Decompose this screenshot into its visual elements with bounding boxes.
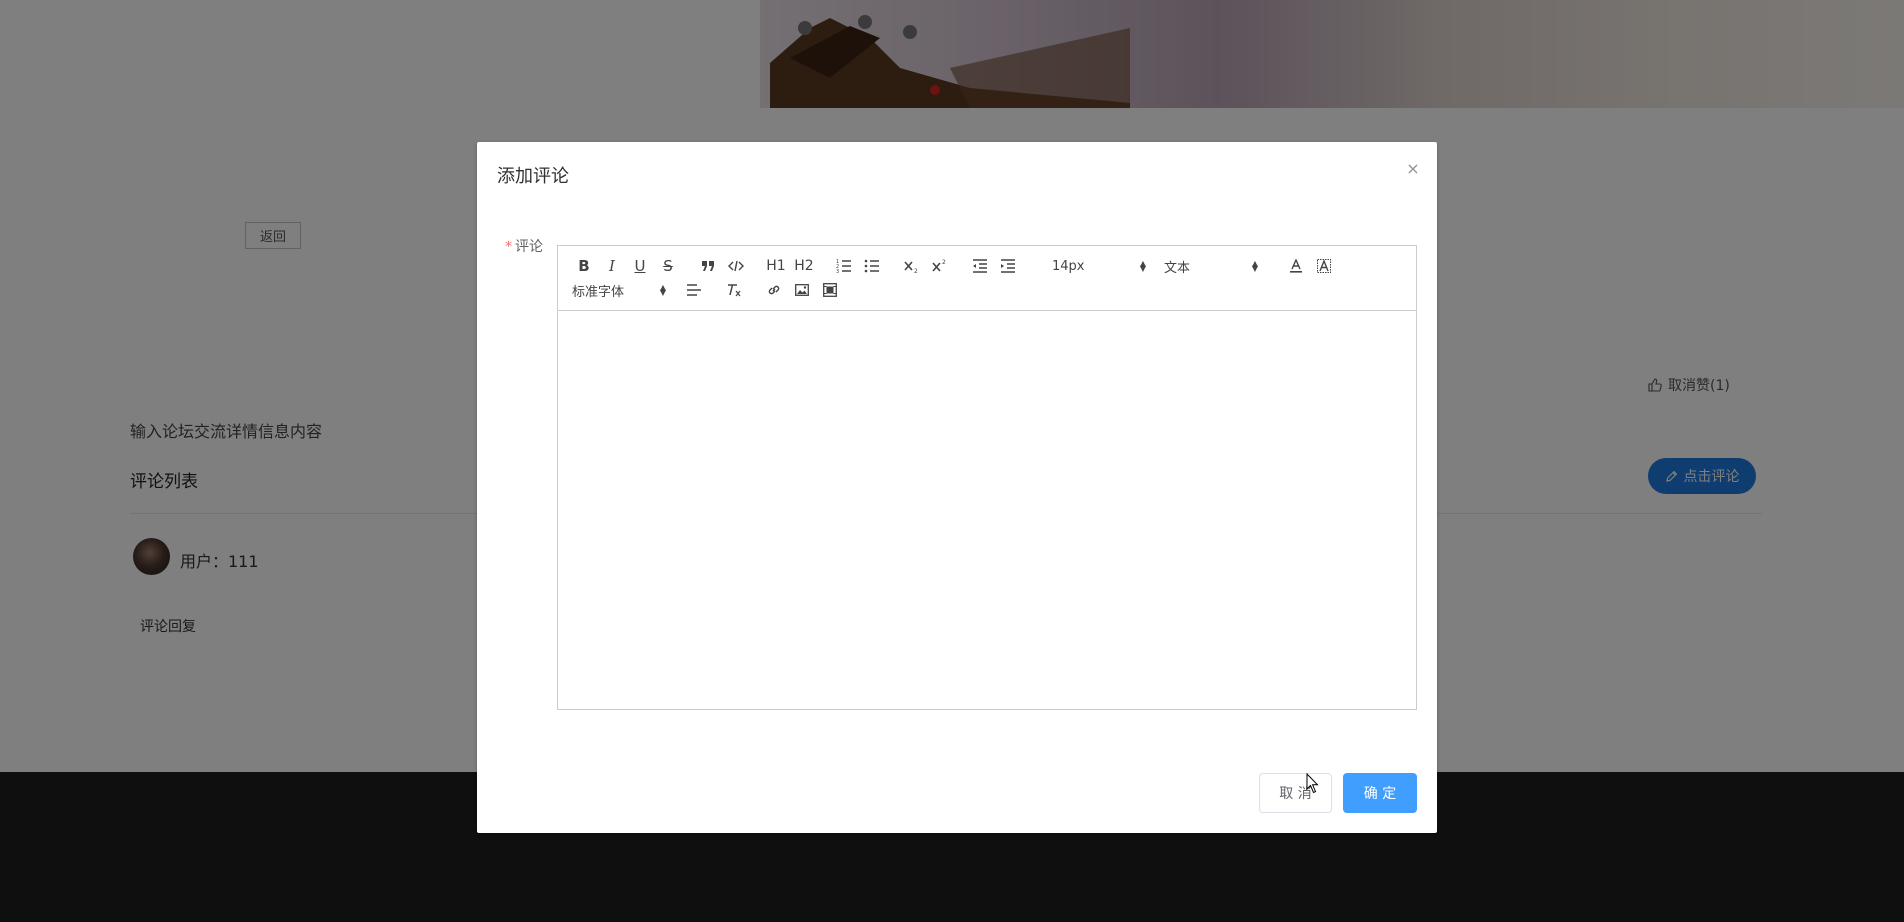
header1-button[interactable]: H1 bbox=[762, 254, 790, 278]
link-icon bbox=[768, 285, 780, 295]
font-color-icon bbox=[1290, 259, 1302, 273]
superscript-button[interactable]: 2 bbox=[926, 254, 954, 278]
background-color-button[interactable] bbox=[1310, 254, 1338, 278]
svg-text:2: 2 bbox=[942, 259, 946, 266]
subscript-button[interactable]: 2 bbox=[898, 254, 926, 278]
font-family-value: 标准字体 bbox=[572, 284, 625, 300]
select-arrows-icon: ▲ ▼ bbox=[1139, 259, 1146, 273]
h1-icon: H1 bbox=[766, 258, 786, 274]
clear-format-icon bbox=[728, 284, 741, 297]
toolbar-row-1: B I U S H1 H2 123 2 2 14px ▲ ▼ 文本 ▲ ▼ bbox=[570, 254, 1404, 278]
code-icon bbox=[728, 260, 744, 272]
font-family-select[interactable]: 标准字体 ▲ ▼ bbox=[570, 278, 668, 302]
image-button[interactable] bbox=[788, 278, 816, 302]
header-select-value: 文本 bbox=[1164, 260, 1191, 276]
svg-text:2: 2 bbox=[914, 268, 918, 273]
close-icon[interactable]: × bbox=[1405, 159, 1421, 178]
ordered-list-button[interactable]: 123 bbox=[830, 254, 858, 278]
font-size-select[interactable]: 14px ▲ ▼ bbox=[1050, 254, 1148, 278]
underline-button[interactable]: U bbox=[626, 254, 654, 278]
bullet-list-icon bbox=[864, 259, 879, 273]
italic-icon: I bbox=[609, 257, 615, 275]
strike-icon: S bbox=[663, 257, 673, 275]
align-left-icon bbox=[687, 284, 701, 296]
comment-label-text: 评论 bbox=[515, 239, 543, 255]
comment-field-label: * 评论 bbox=[505, 236, 543, 256]
subscript-icon: 2 bbox=[904, 261, 918, 273]
font-color-button[interactable] bbox=[1282, 254, 1310, 278]
svg-text:3: 3 bbox=[836, 269, 839, 273]
superscript-icon: 2 bbox=[932, 259, 946, 272]
select-arrows-icon: ▲ ▼ bbox=[659, 283, 666, 297]
italic-button[interactable]: I bbox=[598, 254, 626, 278]
video-button[interactable] bbox=[816, 278, 844, 302]
select-arrows-icon: ▲ ▼ bbox=[1251, 259, 1258, 273]
clear-format-button[interactable] bbox=[720, 278, 748, 302]
link-button[interactable] bbox=[760, 278, 788, 302]
add-comment-dialog: 添加评论 × * 评论 B I U S H1 H2 123 2 2 14px ▲… bbox=[477, 142, 1437, 833]
background-color-icon bbox=[1317, 259, 1331, 273]
font-size-value: 14px bbox=[1052, 258, 1085, 274]
outdent-button[interactable] bbox=[966, 254, 994, 278]
underline-icon: U bbox=[634, 257, 646, 275]
blockquote-button[interactable] bbox=[694, 254, 722, 278]
ordered-list-icon: 123 bbox=[836, 259, 851, 273]
outdent-icon bbox=[973, 259, 987, 273]
quote-icon bbox=[702, 261, 714, 271]
required-mark: * bbox=[505, 239, 512, 255]
bullet-list-button[interactable] bbox=[858, 254, 886, 278]
h2-icon: H2 bbox=[794, 258, 814, 274]
confirm-button[interactable]: 确 定 bbox=[1343, 773, 1417, 813]
mouse-cursor-icon bbox=[1306, 773, 1319, 794]
rich-text-editor: B I U S H1 H2 123 2 2 14px ▲ ▼ 文本 ▲ ▼ 标准… bbox=[557, 245, 1417, 852]
dialog-title: 添加评论 bbox=[497, 166, 569, 187]
image-icon bbox=[795, 284, 809, 296]
cancel-button[interactable]: 取 消 bbox=[1259, 773, 1332, 813]
bold-icon: B bbox=[578, 257, 590, 275]
video-icon bbox=[823, 283, 837, 297]
code-block-button[interactable] bbox=[722, 254, 750, 278]
editor-toolbar: B I U S H1 H2 123 2 2 14px ▲ ▼ 文本 ▲ ▼ 标准… bbox=[557, 245, 1417, 311]
comment-editor-area[interactable] bbox=[557, 310, 1417, 710]
indent-icon bbox=[1001, 259, 1015, 273]
strike-button[interactable]: S bbox=[654, 254, 682, 278]
align-button[interactable] bbox=[680, 278, 708, 302]
header-select[interactable]: 文本 ▲ ▼ bbox=[1162, 254, 1260, 278]
bold-button[interactable]: B bbox=[570, 254, 598, 278]
toolbar-row-2: 标准字体 ▲ ▼ bbox=[570, 278, 1404, 302]
indent-button[interactable] bbox=[994, 254, 1022, 278]
header2-button[interactable]: H2 bbox=[790, 254, 818, 278]
